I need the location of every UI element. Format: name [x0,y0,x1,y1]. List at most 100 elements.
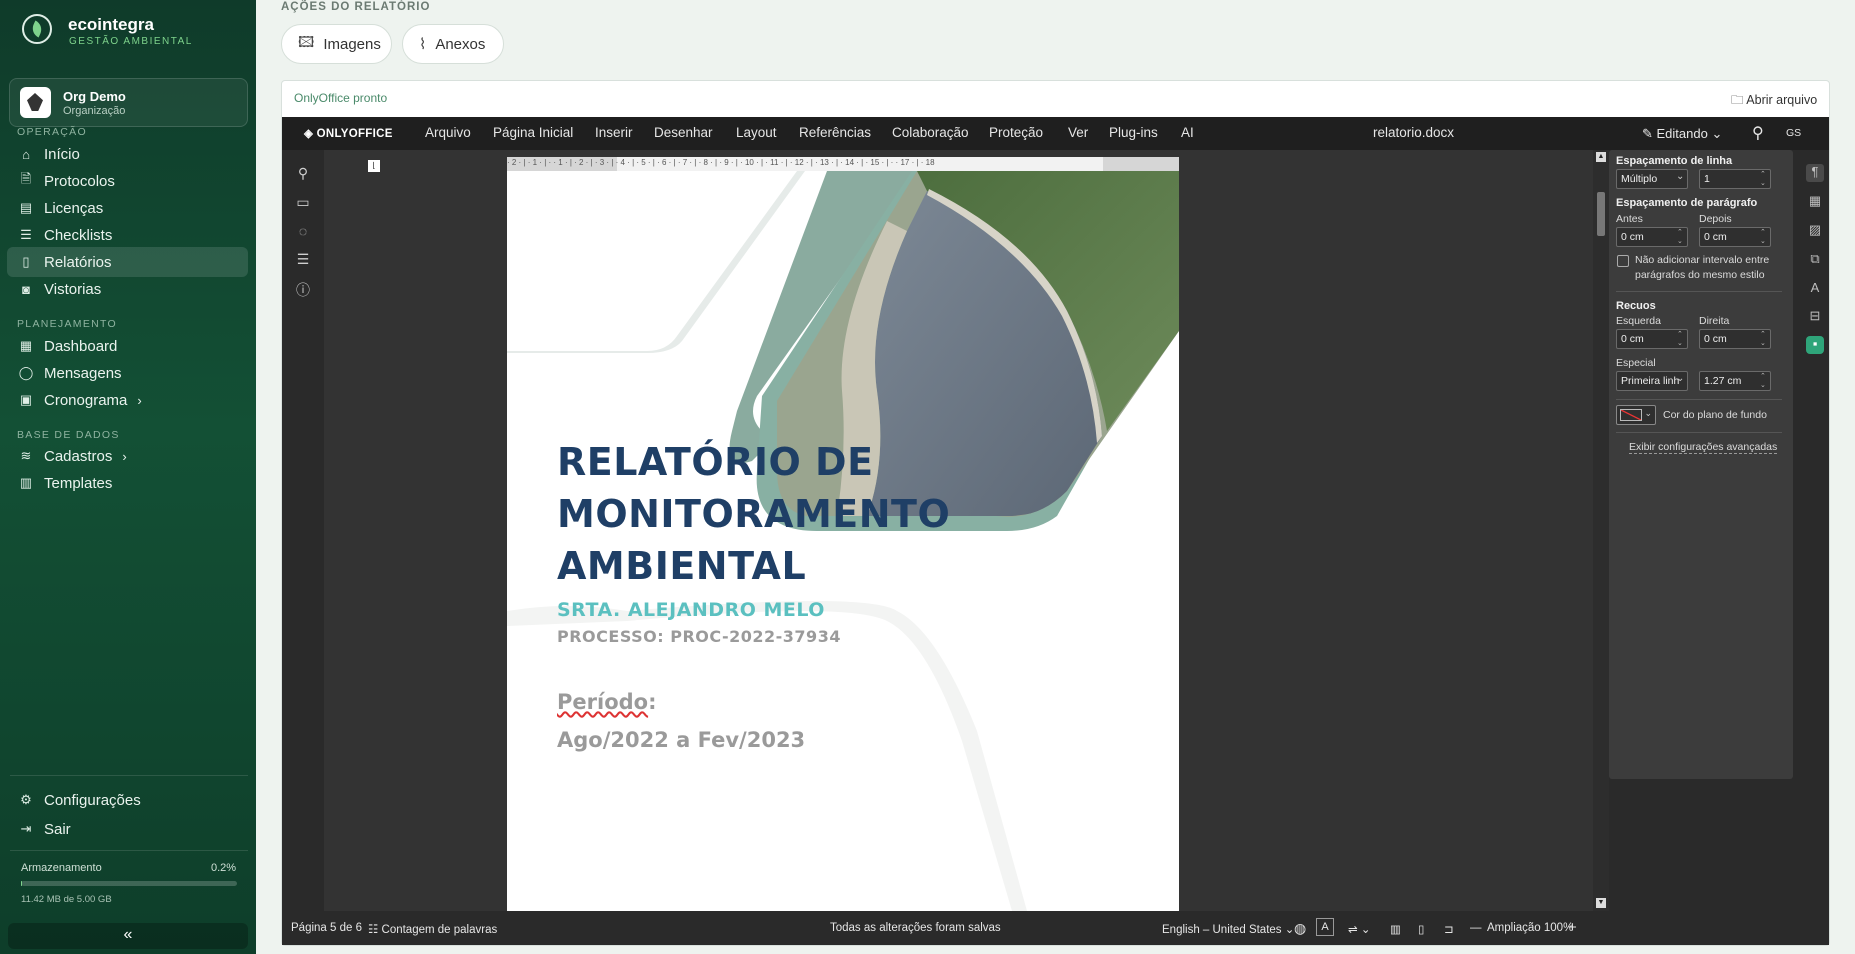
sidebar-item-cadastros[interactable]: ≋ Cadastros › [7,441,248,471]
checklist-icon: ☰ [20,227,32,242]
collapse-sidebar-button[interactable]: « [8,923,248,949]
language-label: English – United States [1162,924,1282,936]
fit-width-icon[interactable]: ⊐ [1444,922,1454,936]
language-select[interactable]: English – United States ⌄ [1162,922,1294,936]
license-icon: ▤ [19,200,33,215]
mail-merge-icon[interactable]: ⊟ [1806,308,1824,326]
menu-plugins[interactable]: Plug-ins [1109,125,1158,140]
sidebar-item-templates[interactable]: ▥ Templates [7,468,248,498]
image-icon[interactable]: ▨ [1806,222,1824,240]
menu-inserir[interactable]: Inserir [595,125,633,140]
onlyoffice-logo: ◈ ONLYOFFICE [304,126,393,140]
title-line: RELATÓRIO DE [557,440,874,484]
sidebar-item-vistorias[interactable]: ◙ Vistorias [7,274,248,304]
menu-arquivo[interactable]: Arquivo [425,125,471,140]
sidebar-item-checklists[interactable]: ☰ Checklists [7,220,248,250]
sidebar-item-label: Mensagens [44,364,122,382]
storage-label: Armazenamento [21,862,102,874]
org-name: Org Demo [63,89,126,104]
section-title-base-de-dados: BASE DE DADOS [17,429,120,441]
vertical-scrollbar[interactable]: ▲ ▼ [1593,150,1609,911]
database-icon: ≋ [20,448,32,463]
menu-ai[interactable]: AI [1181,125,1194,140]
word-count-button[interactable]: ☷ Contagem de palavras [368,922,497,936]
sidebar-item-sair[interactable]: ⇥ Sair [7,814,248,844]
fit-page-icon[interactable]: ▯ [1418,922,1424,936]
sidebar-item-dashboard[interactable]: ▦ Dashboard [7,331,248,361]
comment-plugin-icon[interactable]: ▪ [1806,336,1824,354]
no-interval-label: Não adicionar intervalo entre parágrafos… [1635,254,1770,281]
sidebar-item-inicio[interactable]: ⌂ Início [7,139,248,169]
document-canvas[interactable]: ⌊ · 2 · | · 1 · | · · 1 · | · 2 · | · 3 … [324,150,1593,911]
editor-status: OnlyOffice pronto [294,91,388,105]
info-icon[interactable]: ⓘ [293,280,313,300]
open-file-link[interactable]: 🗀 Abrir arquivo [1731,91,1817,112]
sidebar-item-protocolos[interactable]: 🗎 Protocolos [7,166,248,196]
horizontal-ruler[interactable]: · 2 · | · 1 · | · · 1 · | · 2 · | · 3 · … [507,157,1179,171]
scroll-down-arrow-icon[interactable]: ▼ [1596,898,1606,908]
right-indent-input[interactable]: 0 cm [1699,329,1771,349]
page-indicator[interactable]: Página 5 de 6 [291,922,362,934]
zoom-in-icon[interactable]: + [1568,919,1577,936]
sidebar-item-licencas[interactable]: ▤ Licenças [7,193,248,223]
document-page[interactable]: RELATÓRIO DE MONITORAMENTO AMBIENTAL SRT… [507,171,1179,911]
document-period-label: Período: [557,690,656,714]
sidebar-item-cronograma[interactable]: ▣ Cronograma › [7,385,248,415]
onlyoffice-logo-text: ONLYOFFICE [316,128,393,140]
menu-pagina-inicial[interactable]: Página Inicial [493,125,573,140]
line-spacing-value-input[interactable]: 1 [1699,169,1771,189]
track-changes-icon[interactable]: ⇌ ⌄ [1348,922,1370,936]
advanced-settings-link[interactable]: Exibir configurações avançadas [1629,441,1778,454]
comments-icon[interactable]: ▭ [293,194,313,214]
divider [10,850,248,851]
scrollbar-thumb[interactable] [1597,192,1605,236]
images-button-label: Imagens [323,35,381,53]
menu-desenhar[interactable]: Desenhar [654,125,713,140]
scroll-up-arrow-icon[interactable]: ▲ [1596,152,1606,162]
multipage-view-icon[interactable]: ▥ [1390,922,1401,936]
folder-icon: 🗀 [1731,93,1747,107]
save-status: Todas as alterações foram salvas [830,922,1001,934]
sidebar-item-mensagens[interactable]: ◯ Mensagens [7,358,248,388]
navigation-icon[interactable]: ☰ [293,251,313,271]
document-author: SRTA. ALEJANDRO MELO [557,599,825,621]
menu-colaboracao[interactable]: Colaboração [892,125,969,140]
word-count-icon: ☷ [368,924,382,936]
spacing-after-input[interactable]: 0 cm [1699,227,1771,247]
spacing-before-input[interactable]: 0 cm [1616,227,1688,247]
menu-referencias[interactable]: Referências [799,125,871,140]
zoom-out-icon[interactable]: — [1470,922,1482,934]
background-color-picker[interactable]: ⌄ [1616,405,1656,425]
special-indent-select[interactable]: Primeira linh [1616,371,1688,391]
shape-icon[interactable]: ⧉ [1806,251,1824,269]
globe-icon[interactable]: ◍ [1294,920,1306,937]
period-colon: : [648,690,657,714]
table-icon[interactable]: ▦ [1806,193,1824,211]
brand-name: ecointegra [68,15,154,34]
menu-layout[interactable]: Layout [736,125,777,140]
menu-protecao[interactable]: Proteção [989,125,1043,140]
special-indent-input[interactable]: 1.27 cm [1699,371,1771,391]
user-avatar[interactable]: GS [1786,127,1801,139]
no-interval-checkbox[interactable] [1617,255,1629,267]
editor-statusbar: Página 5 de 6 ☷ Contagem de palavras Tod… [282,911,1829,945]
left-indent-input[interactable]: 0 cm [1616,329,1688,349]
section-title-planejamento: PLANEJAMENTO [17,318,118,330]
text-art-icon[interactable]: A [1806,280,1824,298]
images-button[interactable]: 🖾 Imagens [281,24,392,64]
zoom-level: Ampliação 100% [1487,922,1574,934]
chat-icon[interactable]: ◌ [293,223,313,243]
org-switcher[interactable]: Org Demo Organização [9,78,248,127]
sidebar-item-configuracoes[interactable]: ⚙ Configurações [7,785,248,815]
search-icon[interactable]: ⚲ [293,165,313,185]
paragraph-icon[interactable]: ¶ [1806,164,1824,182]
line-spacing-type-select[interactable]: Múltiplo [1616,169,1688,189]
edit-mode-dropdown[interactable]: ✎ Editando ⌄ [1642,126,1722,142]
section-title-operacao: OPERAÇÃO [17,126,87,138]
menu-ver[interactable]: Ver [1068,125,1088,140]
tab-selector[interactable]: ⌊ [368,160,380,172]
search-icon[interactable]: ⚲ [1752,123,1764,143]
attachments-button[interactable]: ⌇ Anexos [402,24,504,64]
spellcheck-icon[interactable]: A [1316,918,1334,936]
sidebar-item-relatorios[interactable]: ▯ Relatórios [7,247,248,277]
